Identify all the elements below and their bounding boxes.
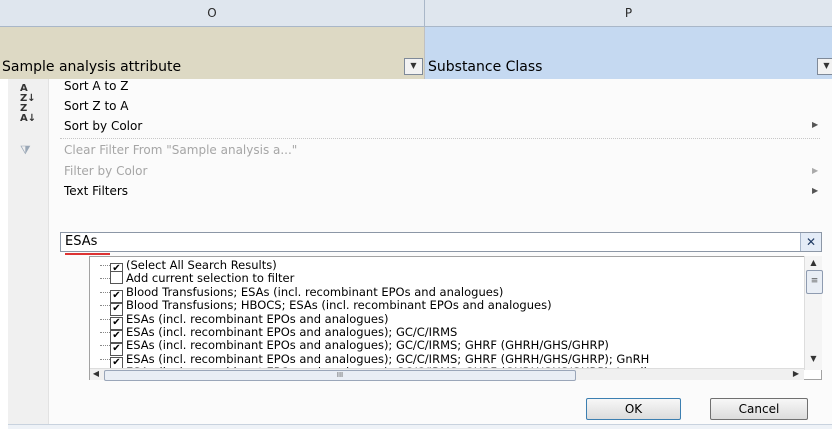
tree-line xyxy=(100,291,110,293)
close-icon[interactable]: ✕ xyxy=(800,233,821,251)
filter-search-input[interactable]: ESAs ✕ xyxy=(60,232,822,252)
list-item-label: Blood Transfusions; HBOCS; ESAs (incl. r… xyxy=(126,298,552,313)
menu-sort-z-to-a[interactable]: Sort Z to A xyxy=(64,96,129,116)
tree-line xyxy=(100,278,110,280)
tree-line xyxy=(100,358,110,360)
list-item-label: ESAs (incl. recombinant EPOs and analogu… xyxy=(126,311,389,326)
cancel-button[interactable]: Cancel xyxy=(710,398,808,420)
filter-dropdown-button-o[interactable]: ▼ xyxy=(404,58,423,75)
cell-sample-analysis-attribute[interactable]: Sample analysis attribute ▼ xyxy=(0,27,425,79)
list-horizontal-scrollbar[interactable]: ◀ III ▶ xyxy=(90,368,804,381)
scroll-up-icon[interactable]: ▲ xyxy=(805,258,822,267)
tree-line xyxy=(100,305,110,307)
spellcheck-underline xyxy=(65,252,110,255)
submenu-arrow-icon: ▶ xyxy=(812,166,819,175)
list-item-label: Add current selection to filter xyxy=(126,271,295,286)
cell-p-text: Substance Class xyxy=(428,59,543,75)
list-vertical-scrollbar[interactable]: ▲ ≡ ▼ xyxy=(804,256,823,370)
clear-filter-icon: ⧩ xyxy=(20,143,31,157)
tree-line xyxy=(100,345,110,347)
panel-bottom-edge xyxy=(8,424,832,429)
sheet-left-edge xyxy=(0,79,8,429)
column-header-p[interactable]: P xyxy=(425,0,832,27)
submenu-arrow-icon: ▶ xyxy=(812,186,819,195)
menu-sort-a-to-z[interactable]: Sort A to Z xyxy=(64,76,129,96)
menu-icon-strip xyxy=(8,79,49,429)
list-item-label: ESAs (incl. recombinant EPOs and analogu… xyxy=(126,338,609,353)
tree-line xyxy=(100,318,110,320)
filter-values-list[interactable]: ✔ (Select All Search Results) Add current … xyxy=(89,256,822,380)
menu-filter-by-color[interactable]: Filter by Color xyxy=(64,161,147,181)
filter-dropdown-button-p[interactable]: ▼ xyxy=(817,58,832,75)
submenu-arrow-icon: ▶ xyxy=(812,120,819,129)
menu-text-filters[interactable]: Text Filters xyxy=(64,181,128,201)
scroll-thumb[interactable]: ≡ xyxy=(806,270,823,294)
ok-button[interactable]: OK xyxy=(586,398,681,420)
list-item-label: Blood Transfusions; ESAs (incl. recombin… xyxy=(126,284,504,299)
menu-separator xyxy=(60,138,820,139)
cell-o-text: Sample analysis attribute xyxy=(2,59,182,75)
scroll-thumb[interactable]: III xyxy=(104,370,576,381)
tree-line xyxy=(100,265,110,266)
menu-sort-by-color[interactable]: Sort by Color xyxy=(64,116,142,136)
cell-substance-class[interactable]: Substance Class ▼ xyxy=(425,27,832,79)
search-input-value: ESAs xyxy=(65,234,98,249)
sort-az-icon: A Z↓ xyxy=(20,83,36,104)
tree-line xyxy=(100,332,110,333)
menu-clear-filter[interactable]: Clear Filter From "Sample analysis a..." xyxy=(64,140,297,160)
sort-za-icon: Z A↓ xyxy=(20,103,37,124)
column-header-o[interactable]: O xyxy=(0,0,425,27)
list-item-label: (Select All Search Results) xyxy=(126,258,277,272)
scroll-down-icon[interactable]: ▼ xyxy=(805,354,822,363)
scroll-left-icon[interactable]: ◀ xyxy=(90,369,102,378)
checkbox[interactable] xyxy=(110,271,123,285)
list-item-label: ESAs (incl. recombinant EPOs and analogu… xyxy=(126,351,650,366)
scroll-right-icon[interactable]: ▶ xyxy=(790,369,802,378)
list-item-label: ESAs (incl. recombinant EPOs and analogu… xyxy=(126,325,458,339)
